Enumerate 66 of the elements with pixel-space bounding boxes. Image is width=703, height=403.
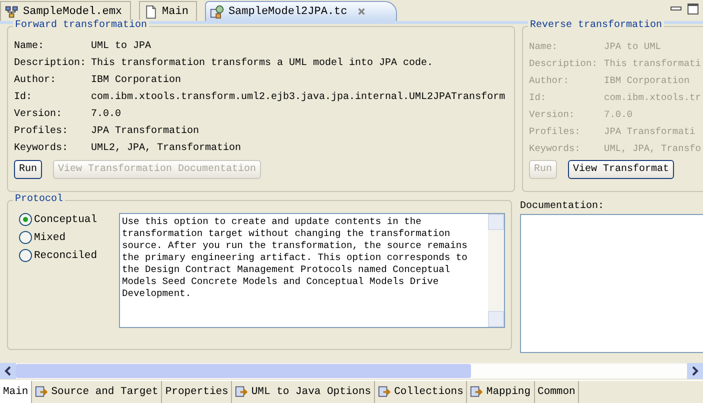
vertical-scrollbar[interactable] <box>488 214 504 327</box>
field-value: IBM Corporation <box>91 74 182 88</box>
field-label: Name: <box>14 40 46 54</box>
field-label: Profiles: <box>14 124 70 139</box>
editor-tab[interactable]: Main <box>139 1 198 21</box>
field-label: Author: <box>529 74 570 88</box>
radio-option[interactable]: Conceptual <box>19 213 109 226</box>
field-label: Version: <box>14 108 64 122</box>
page-tab[interactable]: Main <box>0 381 32 403</box>
tab-label: Source and Target <box>51 386 158 398</box>
field-label: Description: <box>14 56 88 71</box>
field-value: UML, JPA, Transfo <box>604 142 702 156</box>
run-button[interactable]: Run <box>14 160 42 179</box>
field-value: JPA Transformati <box>604 125 696 139</box>
field-label: Profiles: <box>529 125 582 139</box>
transform-icon <box>378 385 392 399</box>
description-text-area[interactable]: Use this option to create and update contents in the transformation target without changing the transformation source. After you run the transformation, the source remains the primary engineering artifact. This option corresponds to the Design Contract Management Protocols named Conceptual Models Seed Concrete Models and Conceptual Models Drive Development. <box>119 213 505 328</box>
field-value: UML2, JPA, Transformation <box>91 142 242 156</box>
transform-icon <box>470 385 484 399</box>
field-value: UML to JPA <box>91 40 152 54</box>
field-value: JPA Transformation <box>91 124 200 139</box>
tab-label: Common <box>538 386 576 398</box>
tab-label: Properties <box>165 386 228 398</box>
field-value: IBM Corporation <box>604 74 691 88</box>
field-value: This transformation transforms a UML model into JPA code. <box>91 56 434 71</box>
maximize-icon[interactable] <box>686 3 700 15</box>
field-label: Keywords: <box>14 142 70 156</box>
page-tab[interactable]: Collections <box>375 381 468 403</box>
transform-icon <box>35 385 50 399</box>
field-label: Id: <box>14 90 34 105</box>
tab-label: Mapping <box>486 386 531 398</box>
field-label: Version: <box>529 108 576 122</box>
field-value: 7.0.0 <box>91 108 122 122</box>
page-tab[interactable]: UML to Java Options <box>232 381 376 403</box>
field-value: 7.0.0 <box>604 108 634 122</box>
field-label: Description: <box>529 57 598 71</box>
scroll-right-icon[interactable] <box>687 363 703 379</box>
transform-icon <box>235 385 250 399</box>
field-label: Author: <box>14 74 58 88</box>
tab-label: SampleModel.emx <box>23 6 122 18</box>
tab-label: Main <box>162 6 188 18</box>
radio-option[interactable]: Mixed <box>19 231 109 244</box>
page-tab[interactable]: Source and Target <box>32 381 162 403</box>
field-value: This transformati <box>604 57 702 71</box>
documentation-label: Documentation: <box>520 201 606 212</box>
model-icon <box>5 4 19 18</box>
file-icon <box>144 4 158 18</box>
radio-option[interactable]: Reconciled <box>19 249 109 262</box>
field-label: Id: <box>529 91 548 105</box>
field-label: Keywords: <box>529 142 582 156</box>
close-icon[interactable] <box>357 7 366 16</box>
field-value: com.ibm.xtools.transform.uml2.ejb3.java.jpa.internal.UML2JPATransform <box>91 90 506 105</box>
tab-label: UML to Java Options <box>251 386 372 398</box>
scroll-left-icon[interactable] <box>0 363 16 379</box>
field-label: Name: <box>529 40 559 54</box>
field-value: com.ibm.xtools.tr <box>604 91 702 105</box>
tab-label: Collections <box>394 386 464 398</box>
page-tab[interactable]: Properties <box>162 381 232 403</box>
page-tab[interactable]: Mapping <box>467 381 535 403</box>
page-tab[interactable]: Common <box>534 381 580 403</box>
field-value: JPA to UML <box>604 40 662 54</box>
horizontal-scrollbar[interactable] <box>0 363 703 379</box>
editor-tab[interactable]: SampleModel2JPA.tc <box>205 1 398 21</box>
tab-label: SampleModel2JPA.tc <box>228 6 348 18</box>
tab-label: Main <box>3 386 28 398</box>
transform-icon <box>210 4 224 18</box>
